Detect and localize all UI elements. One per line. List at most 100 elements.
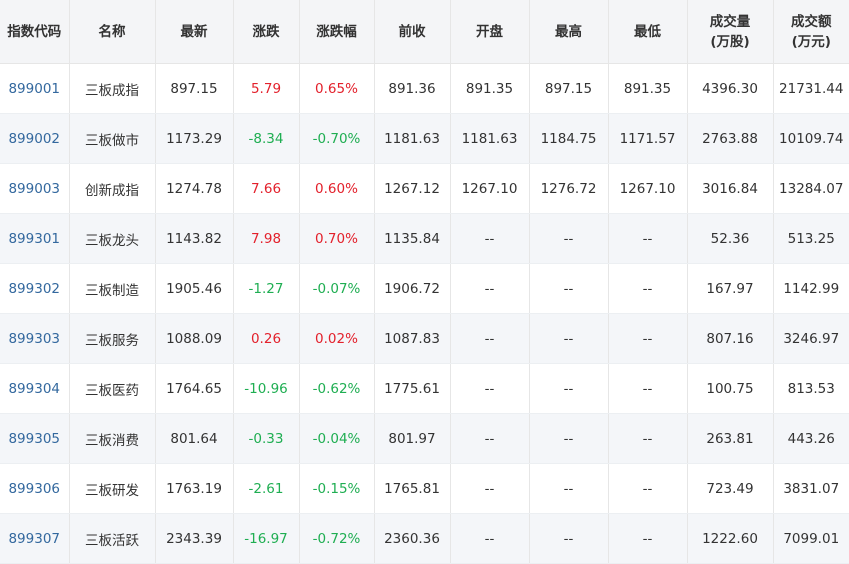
table-row[interactable]: 899306 三板研发 1763.19 -2.61 -0.15% 1765.81 -- -- -… <box>0 463 849 514</box>
index-code-link[interactable]: 899307 <box>0 513 70 564</box>
header-open[interactable]: 开盘 <box>450 0 530 64</box>
index-name: 三板成指 <box>69 63 156 114</box>
header-latest[interactable]: 最新 <box>155 0 234 64</box>
header-name[interactable]: 名称 <box>69 0 156 64</box>
prev-close: 891.36 <box>374 63 451 114</box>
latest-price: 1274.78 <box>155 163 234 214</box>
open-price: -- <box>450 363 530 414</box>
prev-close: 801.97 <box>374 413 451 464</box>
price-change: -2.61 <box>233 463 300 514</box>
index-name: 三板做市 <box>69 113 156 164</box>
index-code-link[interactable]: 899302 <box>0 263 70 314</box>
high-price: -- <box>529 363 609 414</box>
header-amount-label: 成交额 <box>791 13 832 30</box>
amount: 21731.44 <box>773 63 849 114</box>
volume: 100.75 <box>687 363 774 414</box>
volume: 807.16 <box>687 313 774 364</box>
low-price: 891.35 <box>608 63 688 114</box>
latest-price: 1088.09 <box>155 313 234 364</box>
high-price: -- <box>529 463 609 514</box>
change-percent: -0.07% <box>299 263 375 314</box>
latest-price: 801.64 <box>155 413 234 464</box>
index-code-link[interactable]: 899306 <box>0 463 70 514</box>
change-percent: -0.72% <box>299 513 375 564</box>
latest-price: 1764.65 <box>155 363 234 414</box>
volume: 723.49 <box>687 463 774 514</box>
index-code-link[interactable]: 899301 <box>0 213 70 264</box>
header-amount[interactable]: 成交额 (万元) <box>773 0 849 64</box>
price-change: -1.27 <box>233 263 300 314</box>
latest-price: 2343.39 <box>155 513 234 564</box>
amount: 1142.99 <box>773 263 849 314</box>
change-percent: -0.15% <box>299 463 375 514</box>
table-row[interactable]: 899001 三板成指 897.15 5.79 0.65% 891.36 891.35 897… <box>0 63 849 114</box>
change-percent: 0.65% <box>299 63 375 114</box>
index-code-link[interactable]: 899003 <box>0 163 70 214</box>
latest-price: 1143.82 <box>155 213 234 264</box>
change-percent: 0.60% <box>299 163 375 214</box>
price-change: -0.33 <box>233 413 300 464</box>
open-price: 1267.10 <box>450 163 530 214</box>
header-prev-close[interactable]: 前收 <box>374 0 451 64</box>
header-change-pct[interactable]: 涨跌幅 <box>299 0 375 64</box>
table-row[interactable]: 899002 三板做市 1173.29 -8.34 -0.70% 1181.63 1181.… <box>0 113 849 164</box>
amount: 3831.07 <box>773 463 849 514</box>
header-volume-unit: (万股) <box>710 33 750 50</box>
high-price: -- <box>529 263 609 314</box>
header-low[interactable]: 最低 <box>608 0 688 64</box>
change-percent: -0.70% <box>299 113 375 164</box>
prev-close: 1181.63 <box>374 113 451 164</box>
high-price: -- <box>529 313 609 364</box>
latest-price: 897.15 <box>155 63 234 114</box>
prev-close: 1906.72 <box>374 263 451 314</box>
table-row[interactable]: 899003 创新成指 1274.78 7.66 0.60% 1267.12 1267.10… <box>0 163 849 214</box>
header-change[interactable]: 涨跌 <box>233 0 300 64</box>
low-price: -- <box>608 213 688 264</box>
header-row: 指数代码 名称 最新 涨跌 涨跌幅 前收 开盘 最高 最低 成交量 (万股) 成交… <box>0 0 849 64</box>
index-name: 三板活跃 <box>69 513 156 564</box>
table-body: 899001 三板成指 897.15 5.79 0.65% 891.36 891.35 897… <box>0 63 849 564</box>
table-row[interactable]: 899305 三板消费 801.64 -0.33 -0.04% 801.97 -- -- -- 2… <box>0 413 849 464</box>
index-name: 三板龙头 <box>69 213 156 264</box>
amount: 3246.97 <box>773 313 849 364</box>
latest-price: 1905.46 <box>155 263 234 314</box>
latest-price: 1763.19 <box>155 463 234 514</box>
index-name: 三板制造 <box>69 263 156 314</box>
high-price: -- <box>529 513 609 564</box>
index-code-link[interactable]: 899304 <box>0 363 70 414</box>
header-amount-unit: (万元) <box>791 33 831 50</box>
open-price: -- <box>450 213 530 264</box>
open-price: -- <box>450 313 530 364</box>
header-high[interactable]: 最高 <box>529 0 609 64</box>
table-row[interactable]: 899303 三板服务 1088.09 0.26 0.02% 1087.83 -- -- -- 8… <box>0 313 849 364</box>
index-code-link[interactable]: 899305 <box>0 413 70 464</box>
prev-close: 1765.81 <box>374 463 451 514</box>
table-row[interactable]: 899301 三板龙头 1143.82 7.98 0.70% 1135.84 -- -- -- 5… <box>0 213 849 264</box>
amount: 10109.74 <box>773 113 849 164</box>
table-row[interactable]: 899304 三板医药 1764.65 -10.96 -0.62% 1775.61 -- --… <box>0 363 849 414</box>
amount: 13284.07 <box>773 163 849 214</box>
price-change: -10.96 <box>233 363 300 414</box>
index-code-link[interactable]: 899002 <box>0 113 70 164</box>
change-percent: 0.70% <box>299 213 375 264</box>
table-row[interactable]: 899307 三板活跃 2343.39 -16.97 -0.72% 2360.36 -- --… <box>0 513 849 564</box>
header-volume[interactable]: 成交量 (万股) <box>687 0 774 64</box>
volume: 1222.60 <box>687 513 774 564</box>
price-change: 5.79 <box>233 63 300 114</box>
prev-close: 1775.61 <box>374 363 451 414</box>
high-price: -- <box>529 213 609 264</box>
prev-close: 1087.83 <box>374 313 451 364</box>
index-code-link[interactable]: 899303 <box>0 313 70 364</box>
high-price: 1184.75 <box>529 113 609 164</box>
open-price: -- <box>450 263 530 314</box>
header-code[interactable]: 指数代码 <box>0 0 70 64</box>
open-price: -- <box>450 463 530 514</box>
open-price: -- <box>450 413 530 464</box>
table-row[interactable]: 899302 三板制造 1905.46 -1.27 -0.07% 1906.72 -- -- -… <box>0 263 849 314</box>
open-price: 891.35 <box>450 63 530 114</box>
open-price: -- <box>450 513 530 564</box>
amount: 443.26 <box>773 413 849 464</box>
index-code-link[interactable]: 899001 <box>0 63 70 114</box>
volume: 167.97 <box>687 263 774 314</box>
volume: 263.81 <box>687 413 774 464</box>
